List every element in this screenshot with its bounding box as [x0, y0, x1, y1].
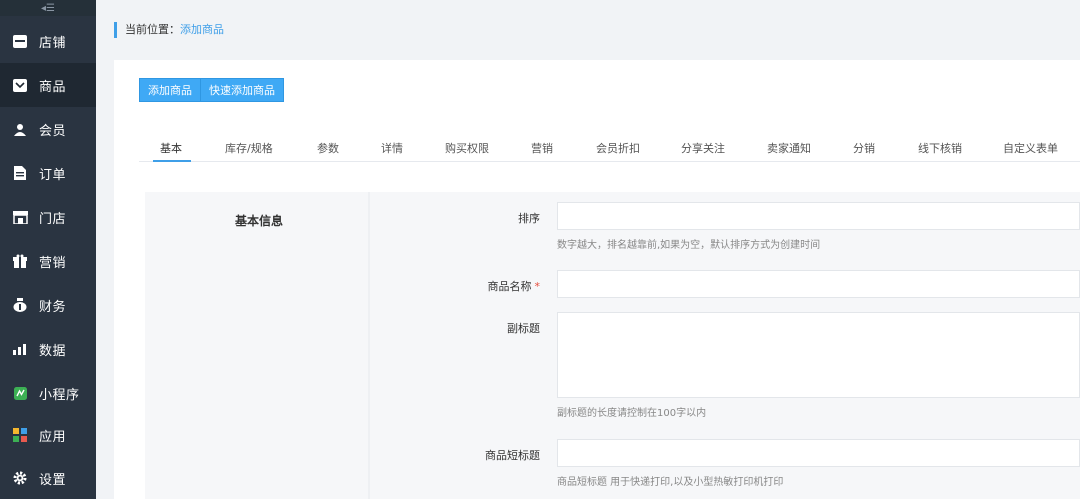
sidebar-item-finance[interactable]: 财务: [0, 283, 96, 327]
sidebar-item-label: 小程序: [39, 387, 80, 403]
breadcrumb: 当前位置：添加商品: [114, 22, 224, 38]
short-title-input[interactable]: [557, 439, 1080, 467]
sort-input[interactable]: [557, 202, 1080, 230]
sidebar-item-settings[interactable]: 设置: [0, 456, 96, 499]
shop-icon: [12, 209, 28, 225]
tab-purchase-permission[interactable]: 购买权限: [445, 140, 489, 156]
sidebar-item-label: 设置: [39, 472, 67, 488]
section-sidebar: 基本信息: [145, 192, 370, 499]
content-panel: 添加商品 快速添加商品 基本 库存/规格 参数 详情 购买权限 营销 会员折扣 …: [114, 60, 1080, 499]
sidebar-item-label: 订单: [39, 167, 67, 183]
sidebar-item-label: 营销: [39, 255, 67, 271]
tab-marketing[interactable]: 营销: [531, 140, 553, 156]
short-title-help: 商品短标题 用于快递打印,以及小型热敏打印机打印: [557, 477, 784, 488]
section-title: 基本信息: [235, 214, 284, 228]
money-bag-icon: [12, 297, 28, 313]
collapse-icon: ◂☰: [41, 2, 55, 14]
sidebar-item-label: 店铺: [39, 35, 67, 51]
tab-params[interactable]: 参数: [317, 140, 339, 156]
sidebar-item-data[interactable]: 数据: [0, 327, 96, 371]
miniprogram-icon: [12, 385, 28, 401]
breadcrumb-bar: 当前位置：添加商品: [96, 0, 1080, 60]
sidebar-item-marketing[interactable]: 营销: [0, 239, 96, 283]
sidebar-item-order[interactable]: 订单: [0, 151, 96, 195]
tab-detail[interactable]: 详情: [381, 140, 403, 156]
gear-icon: [12, 470, 28, 486]
sidebar: ◂☰ 店铺 商品 会员 订单 门店 营销 财务 数据 小程序 应用 设置: [0, 0, 96, 499]
sort-help: 数字越大，排名越靠前,如果为空，默认排序方式为创建时间: [557, 240, 821, 251]
tab-active-indicator: [153, 160, 191, 162]
sidebar-item-label: 应用: [39, 429, 67, 445]
tab-distribution[interactable]: 分销: [853, 140, 875, 156]
goods-name-label-text: 商品名称: [487, 280, 532, 293]
tab-share-follow[interactable]: 分享关注: [681, 140, 725, 156]
sidebar-item-label: 门店: [39, 211, 67, 227]
breadcrumb-prefix: 当前位置：: [125, 23, 180, 36]
breadcrumb-current[interactable]: 添加商品: [180, 23, 224, 36]
tab-member-discount[interactable]: 会员折扣: [596, 140, 640, 156]
tab-seller-notify[interactable]: 卖家通知: [767, 140, 811, 156]
short-title-label: 商品短标题: [485, 449, 540, 462]
sidebar-item-goods[interactable]: 商品: [0, 63, 96, 107]
basic-info-form: 基本信息 排序 数字越大，排名越靠前,如果为空，默认排序方式为创建时间 商品名称…: [145, 192, 1080, 499]
tab-custom-form[interactable]: 自定义表单: [1003, 140, 1058, 156]
sidebar-item-member[interactable]: 会员: [0, 107, 96, 151]
sidebar-item-label: 会员: [39, 123, 67, 139]
required-mark: *: [534, 280, 541, 293]
tab-offline-verify[interactable]: 线下核销: [918, 140, 962, 156]
sidebar-item-store[interactable]: 店铺: [0, 19, 96, 63]
sidebar-item-label: 数据: [39, 343, 67, 359]
subtitle-label: 副标题: [507, 322, 540, 335]
goods-icon: [12, 77, 28, 93]
subtitle-textarea[interactable]: [557, 312, 1080, 398]
sidebar-collapse-toggle[interactable]: ◂☰: [0, 0, 96, 16]
sidebar-item-label: 财务: [39, 299, 67, 315]
tab-bar: 基本 库存/规格 参数 详情 购买权限 营销 会员折扣 分享关注 卖家通知 分销…: [139, 132, 1080, 162]
user-icon: [12, 121, 28, 137]
sort-label: 排序: [518, 212, 540, 225]
goods-name-input[interactable]: [557, 270, 1080, 298]
chart-icon: [12, 341, 28, 357]
apps-icon: [12, 427, 28, 443]
store-icon: [12, 33, 28, 49]
gift-icon: [12, 253, 28, 269]
sidebar-item-label: 商品: [39, 79, 67, 95]
subtitle-help: 副标题的长度请控制在100字以内: [557, 408, 707, 419]
quick-add-goods-button[interactable]: 快速添加商品: [200, 78, 284, 102]
add-goods-button[interactable]: 添加商品: [139, 78, 201, 102]
sidebar-item-shop[interactable]: 门店: [0, 195, 96, 239]
sidebar-item-apps[interactable]: 应用: [0, 413, 96, 457]
tab-basic[interactable]: 基本: [160, 140, 182, 156]
tab-stock-spec[interactable]: 库存/规格: [225, 140, 273, 156]
goods-name-label: 商品名称 *: [420, 278, 541, 294]
sidebar-item-miniprogram[interactable]: 小程序: [0, 371, 96, 415]
order-icon: [12, 165, 28, 181]
